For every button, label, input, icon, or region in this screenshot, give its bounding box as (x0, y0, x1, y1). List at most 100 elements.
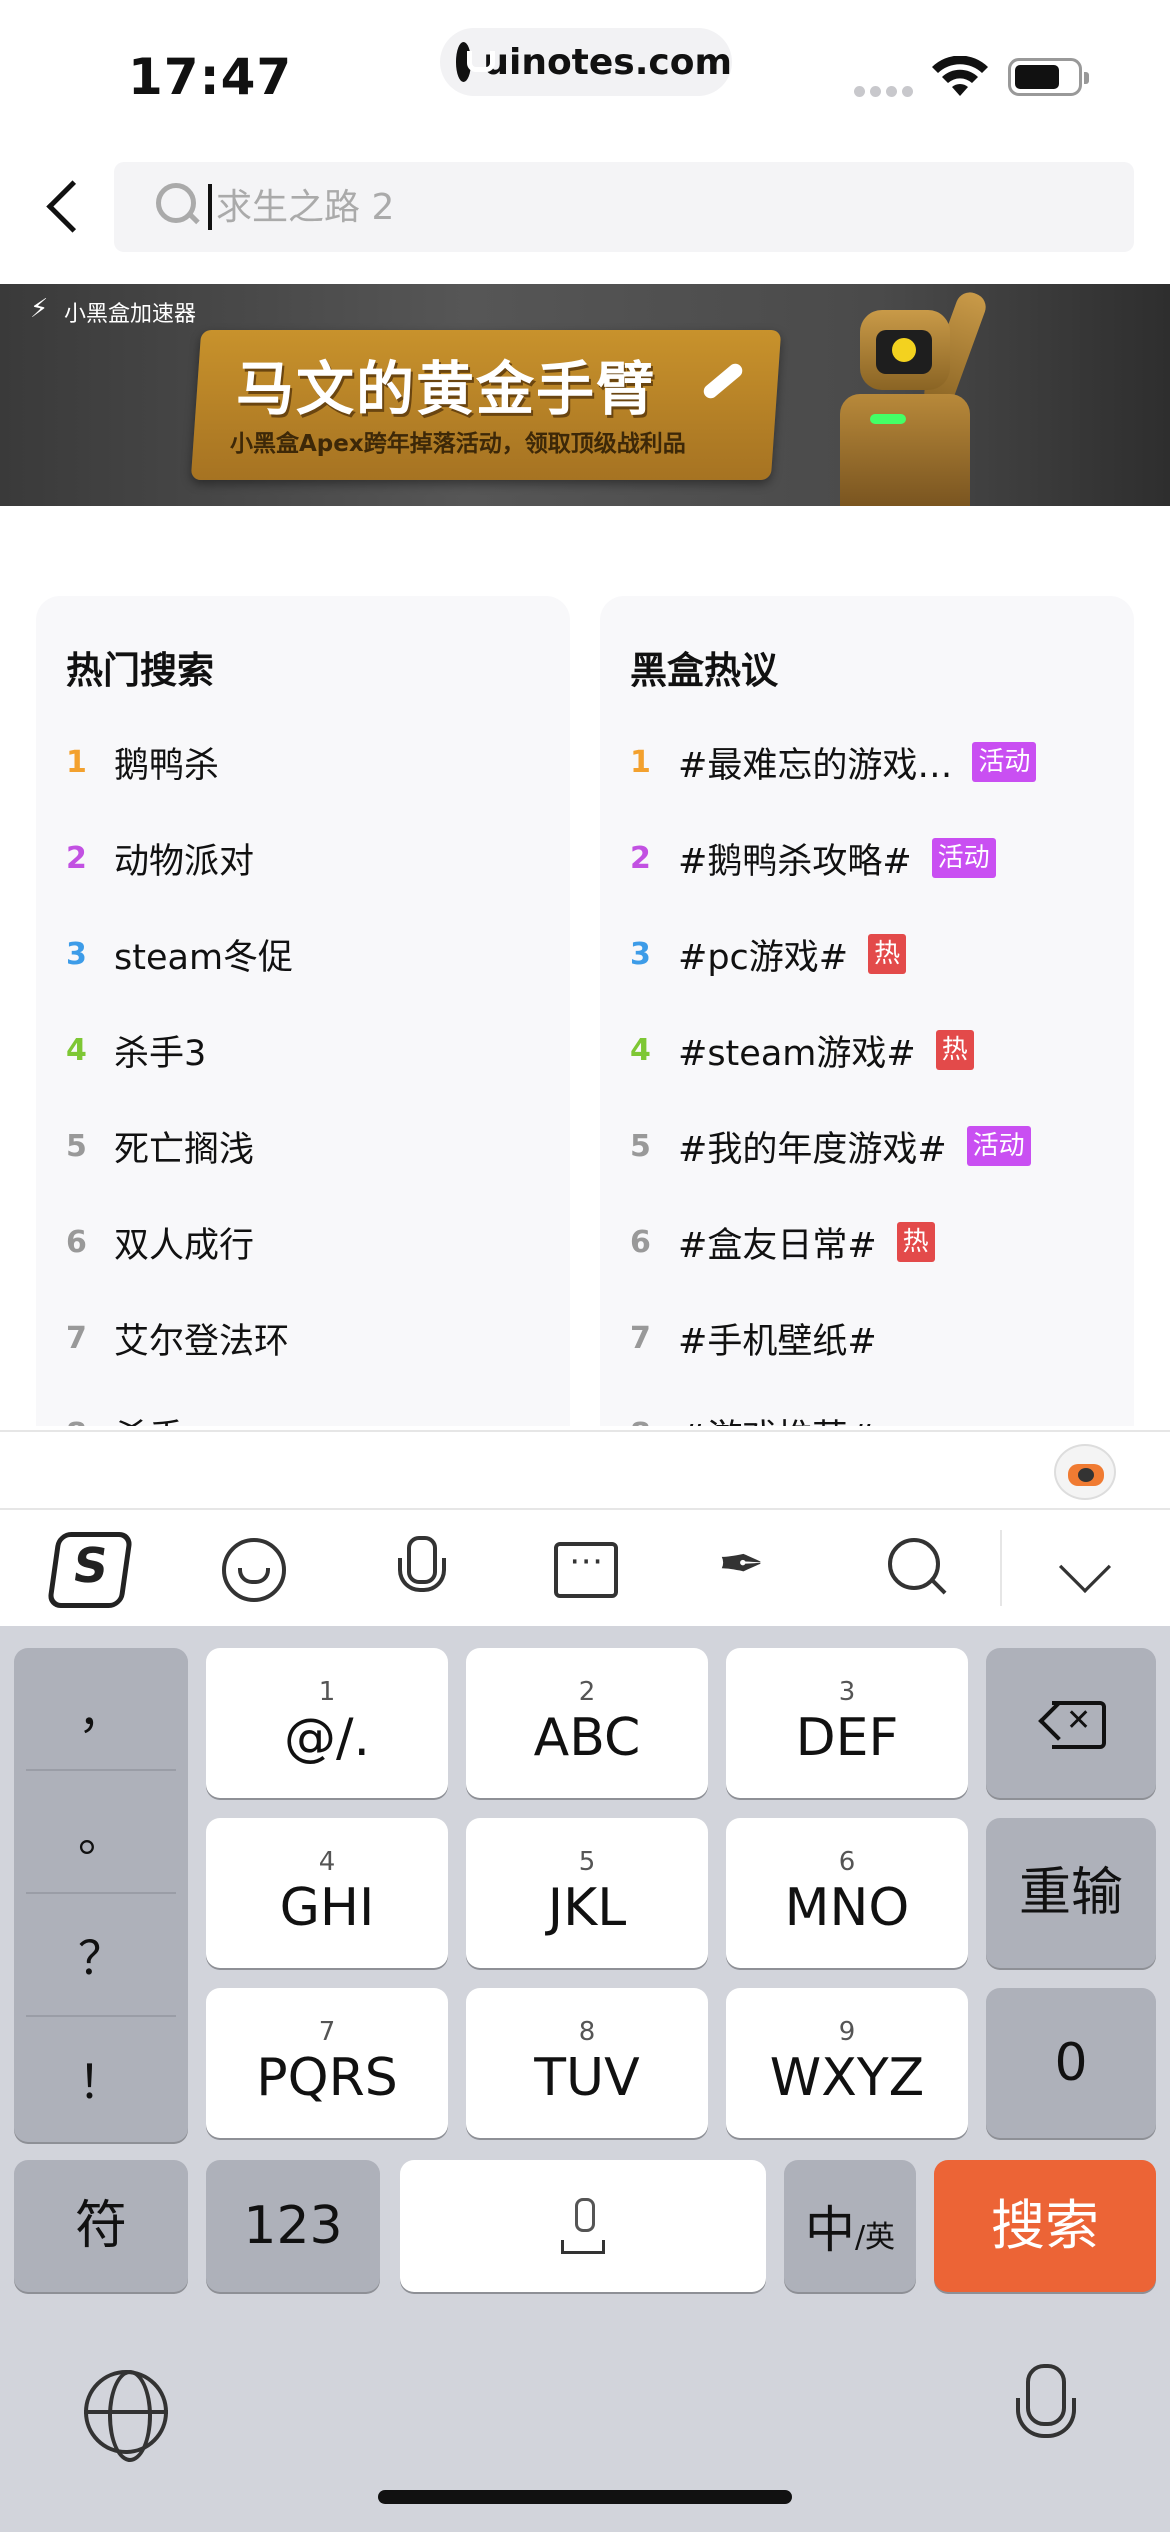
search-key[interactable]: 搜索 (934, 2160, 1156, 2292)
hot-search-item[interactable]: 2 动物派对 (66, 810, 554, 906)
hot-topic-item[interactable]: 1 #最难忘的游戏… 活动 (630, 714, 1118, 810)
mascot-icon[interactable] (1054, 1444, 1116, 1500)
hot-search-item[interactable]: 1 鹅鸭杀 (66, 714, 554, 810)
status-time: 17:47 (128, 48, 293, 106)
hot-topic-text: #手机壁纸# (678, 1321, 877, 1362)
hot-topic-item[interactable]: 7 #手机壁纸# (630, 1290, 1118, 1386)
key-1[interactable]: 1 @/. (206, 1648, 448, 1798)
punct-key[interactable]: ？ (26, 1894, 176, 2017)
keyboard-icon[interactable] (548, 1532, 620, 1604)
globe-icon[interactable] (84, 2370, 168, 2462)
key-label: DEF (795, 1708, 899, 1768)
collapse-keyboard-icon[interactable] (1050, 1532, 1122, 1604)
rank-number: 8 (66, 1417, 114, 1427)
hot-search-item[interactable]: 3 steam冬促 (66, 906, 554, 1002)
search-input[interactable] (216, 186, 1076, 228)
hot-search-item[interactable]: 6 双人成行 (66, 1194, 554, 1290)
key-label: TUV (534, 2048, 640, 2108)
hot-tag: 热 (896, 1222, 935, 1262)
robot-illustration (800, 288, 1020, 506)
uinotes-logo-icon (456, 42, 496, 82)
promo-banner[interactable]: 小黑盒加速器 马文的黄金手臂 小黑盒Apex跨年掉落活动，领取顶级战利品 (0, 284, 1170, 506)
hot-search-text: 杀手3 (114, 1033, 207, 1074)
key-4[interactable]: 4 GHI (206, 1818, 448, 1968)
key-label: WXYZ (769, 2048, 925, 2108)
rank-number: 1 (630, 744, 651, 780)
url-text: uinotes.com (483, 41, 732, 83)
key-5[interactable]: 5 JKL (466, 1818, 708, 1968)
reenter-key[interactable]: 重输 (986, 1818, 1156, 1968)
key-9[interactable]: 9 WXYZ (726, 1988, 968, 2138)
candidate-bar (0, 1432, 1170, 1510)
voice-icon[interactable] (384, 1532, 456, 1604)
hot-topic-item[interactable]: 8#游戏推荐# (630, 1386, 1118, 1427)
battery-icon (1008, 58, 1089, 96)
emoji-icon[interactable] (216, 1532, 288, 1604)
key-label: 0 (1054, 2033, 1088, 2093)
hot-topic-item[interactable]: 6 #盒友日常# 热 (630, 1194, 1118, 1290)
key-digit: 3 (838, 1677, 856, 1707)
rank-number: 5 (630, 1128, 651, 1164)
punct-key[interactable]: ， (26, 1648, 176, 1771)
hot-search-text: 动物派对 (114, 841, 255, 882)
hot-search-list: 1 鹅鸭杀 2 动物派对 3 steam冬促 4 杀手3 5 死亡搁浅 6 双人成行 7 艾尔… (66, 714, 554, 1427)
punctuation-column: ， 。 ？ ！ (14, 1648, 188, 2142)
hot-topic-item[interactable]: 3 #pc游戏# 热 (630, 906, 1118, 1002)
search-icon[interactable] (882, 1532, 954, 1604)
punct-key[interactable]: 。 (26, 1771, 176, 1894)
back-button[interactable] (36, 170, 96, 240)
lang-sub: /英 (854, 2220, 896, 2255)
key-digit: 6 (838, 1847, 856, 1877)
language-switch-key[interactable]: 中/英 (784, 2160, 916, 2292)
rank-number: 2 (630, 840, 651, 876)
activity-tag: 活动 (931, 838, 996, 878)
text-cursor (208, 184, 212, 230)
dictation-mic-icon[interactable] (1010, 2364, 1076, 2448)
rank-number: 1 (66, 744, 87, 780)
backspace-icon (1038, 1701, 1106, 1749)
key-6[interactable]: 6 MNO (726, 1818, 968, 1968)
toolbar-separator (1000, 1530, 1002, 1606)
hot-search-text: 双人成行 (114, 1225, 255, 1266)
delete-key[interactable] (986, 1648, 1156, 1798)
rank-number: 3 (630, 936, 651, 972)
key-3[interactable]: 3 DEF (726, 1648, 968, 1798)
handwriting-icon[interactable] (714, 1532, 786, 1604)
hot-topics-card: 黑盒热议 1 #最难忘的游戏… 活动 2 #鹅鸭杀攻略# 活动 3 #pc游戏# 热 4 #s… (600, 596, 1134, 1426)
banner-brand-label: 小黑盒加速器 (64, 302, 197, 327)
key-label: 搜索 (991, 2194, 1099, 2257)
key-2[interactable]: 2 ABC (466, 1648, 708, 1798)
hot-topics-list: 1 #最难忘的游戏… 活动 2 #鹅鸭杀攻略# 活动 3 #pc游戏# 热 4 #steam游… (630, 714, 1118, 1426)
banner-title: 马文的黄金手臂 (236, 355, 657, 423)
rank-number: 7 (66, 1320, 87, 1356)
search-bar[interactable] (114, 162, 1134, 252)
key-digit: 5 (578, 1847, 596, 1877)
symbols-key[interactable]: 符 (14, 2160, 188, 2292)
hot-search-item[interactable]: 7 艾尔登法环 (66, 1290, 554, 1386)
lightning-logo-icon (30, 294, 54, 326)
space-key[interactable] (400, 2160, 766, 2292)
hot-search-item[interactable]: 5 死亡搁浅 (66, 1098, 554, 1194)
sogou-logo-icon[interactable] (46, 1532, 118, 1604)
key-7[interactable]: 7 PQRS (206, 1988, 448, 2138)
key-label: PQRS (256, 2048, 398, 2108)
numbers-key[interactable]: 123 (206, 2160, 380, 2292)
key-8[interactable]: 8 TUV (466, 1988, 708, 2138)
activity-tag: 活动 (966, 1126, 1031, 1166)
rank-number: 4 (630, 1032, 651, 1068)
key-label: 符 (74, 2196, 127, 2256)
hot-search-text: 鹅鸭杀 (114, 745, 220, 786)
hot-search-item[interactable]: 4 杀手3 (66, 1002, 554, 1098)
hot-topic-item[interactable]: 2 #鹅鸭杀攻略# 活动 (630, 810, 1118, 906)
key-0[interactable]: 0 (986, 1988, 1156, 2138)
hot-topic-text: #steam游戏# (678, 1033, 916, 1074)
key-label: 中/英 (805, 2190, 895, 2262)
hot-topic-item[interactable]: 5 #我的年度游戏# 活动 (630, 1098, 1118, 1194)
url-pill[interactable]: uinotes.com (440, 28, 732, 96)
punct-key[interactable]: ！ (26, 2017, 176, 2140)
rank-number: 5 (66, 1128, 87, 1164)
hot-topic-text: #盒友日常# (678, 1225, 877, 1266)
hot-search-title: 热门搜索 (66, 649, 214, 692)
hot-search-item[interactable]: 8杀手 (66, 1386, 554, 1427)
hot-topic-item[interactable]: 4 #steam游戏# 热 (630, 1002, 1118, 1098)
